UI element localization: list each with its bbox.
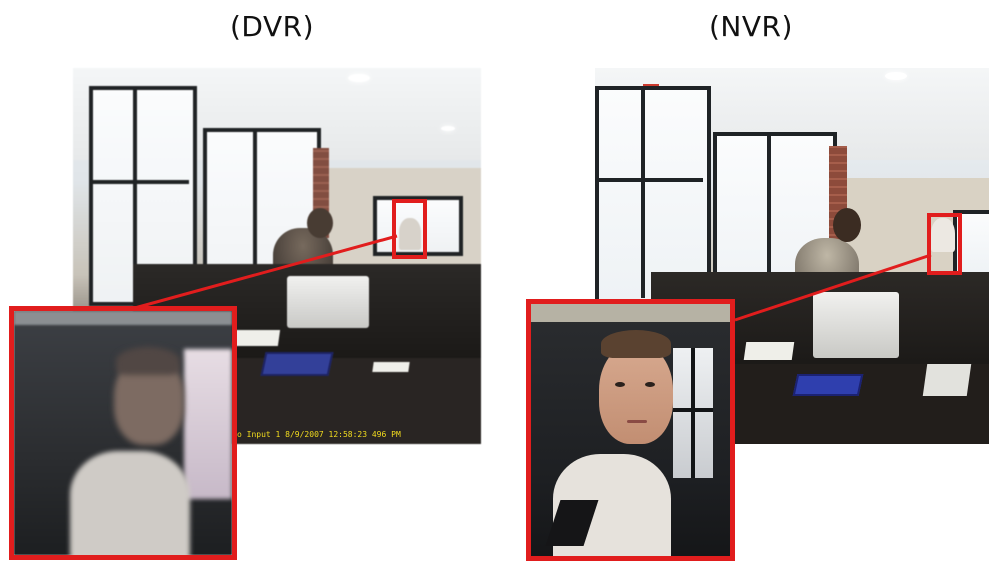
nvr-zoom-inset	[526, 299, 735, 561]
dvr-timestamp-overlay: o Input 1 8/9/2007 12:58:23 496 PM	[237, 430, 401, 439]
dvr-zoom-inset	[9, 306, 237, 560]
nvr-roi-box	[927, 213, 962, 275]
dvr-panel-title: (DVR)	[230, 10, 315, 43]
dvr-roi-box	[392, 199, 427, 259]
nvr-panel-title: (NVR)	[709, 10, 793, 43]
